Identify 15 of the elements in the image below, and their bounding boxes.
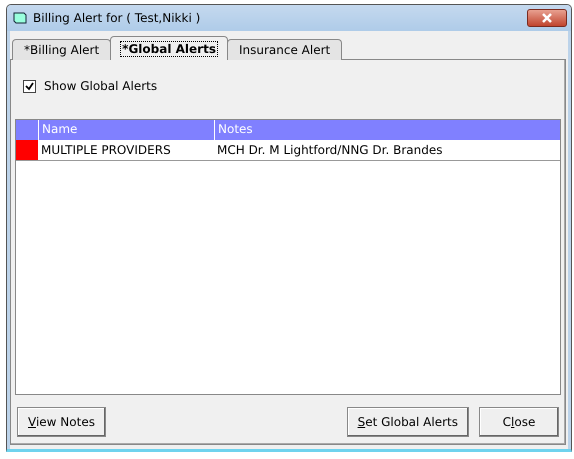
row-header [16,120,38,140]
view-notes-button[interactable]: View Notes [17,407,106,437]
tab[interactable]: *Billing Alert [12,39,112,60]
checkbox[interactable] [23,80,36,92]
tab[interactable]: Insurance Alert [226,39,342,60]
table-cell: MCH Dr. M Lightford/NNG Dr. Brandes [214,140,560,161]
window-title: Billing Alert for ( Test,Nikki ) [33,11,202,25]
tab[interactable]: *Global Alerts [110,36,228,60]
close-icon [541,13,553,23]
set-global-alerts-button[interactable]: Set Global Alerts [346,407,469,437]
close-button[interactable]: Close [479,407,559,437]
close-button[interactable] [527,9,567,27]
checkbox-label: Show Global Alerts [44,79,158,93]
table-cell: MULTIPLE PROVIDERS [38,140,214,161]
window-icon [13,12,27,24]
